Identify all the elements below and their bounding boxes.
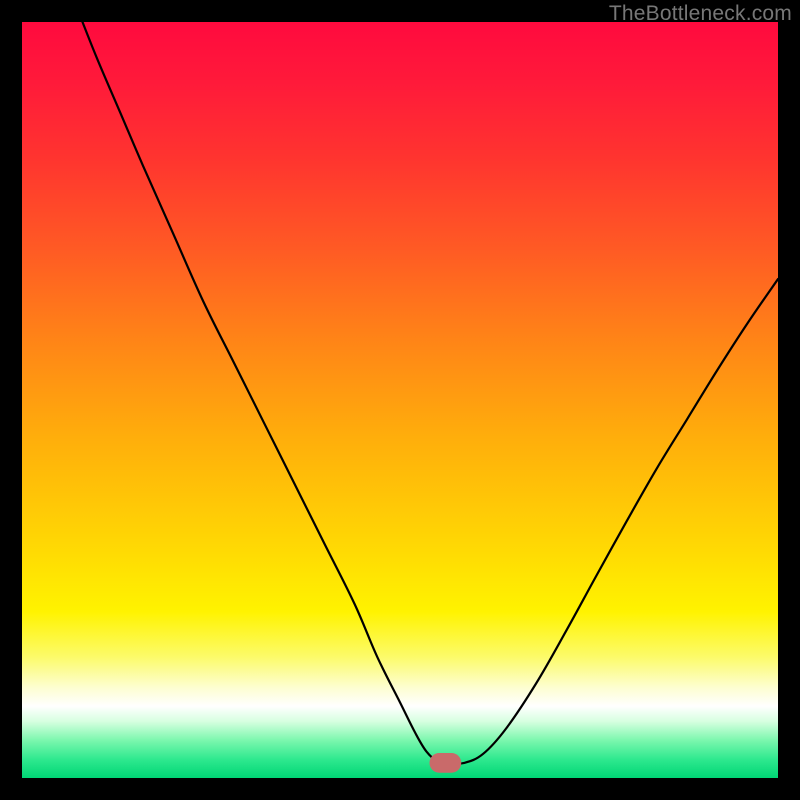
bottleneck-chart (22, 22, 778, 778)
chart-container: TheBottleneck.com (0, 0, 800, 800)
plot-area (22, 22, 778, 778)
optimum-marker (429, 753, 461, 773)
chart-background (22, 22, 778, 778)
